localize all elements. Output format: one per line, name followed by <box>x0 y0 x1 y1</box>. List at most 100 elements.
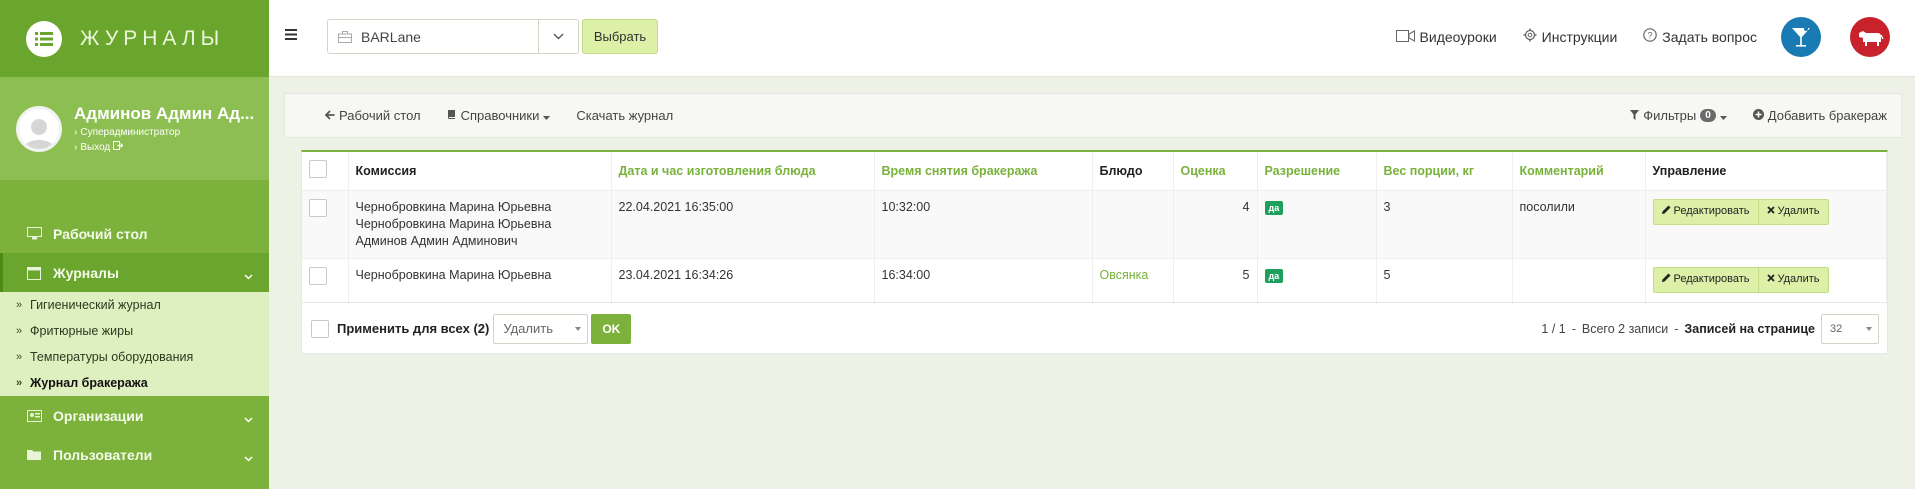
select-all-cell <box>302 152 349 190</box>
bulk-action-value: Удалить <box>503 321 553 336</box>
sidebar-item-organizations[interactable]: Организации <box>0 396 269 435</box>
user-name: Админов Админ Ад... <box>74 104 255 123</box>
sidebar-item-users[interactable]: Пользователи <box>0 435 269 474</box>
download-journal-link[interactable]: Скачать журнал <box>576 108 673 123</box>
per-page-label: Записей на странице <box>1684 322 1815 336</box>
edit-button[interactable]: Редактировать <box>1652 198 1759 225</box>
folder-icon <box>25 449 43 460</box>
apply-all-checkbox[interactable] <box>311 319 329 338</box>
desktop-icon <box>25 227 43 240</box>
ok-button[interactable]: OK <box>591 313 632 344</box>
add-brakerage-button[interactable]: Добавить бракераж <box>1752 108 1887 123</box>
row-select-cell <box>302 189 349 258</box>
journals-submenu: » Гигиенический журнал » Фритюрные жиры … <box>0 292 269 396</box>
chevron-down-icon <box>244 267 253 283</box>
bar-cocktail-icon[interactable] <box>1781 17 1821 57</box>
ask-question-link[interactable]: ? Задать вопрос <box>1643 28 1757 45</box>
double-chevron-icon: » <box>16 299 23 311</box>
delete-button[interactable]: Удалить <box>1758 198 1829 225</box>
comment-cell <box>1512 257 1646 304</box>
org-icon <box>25 409 43 422</box>
sidebar-item-label: Рабочий стол <box>53 225 148 242</box>
col-comment[interactable]: Комментарий <box>1512 152 1646 190</box>
col-made-at[interactable]: Дата и час изготовления блюда <box>611 152 875 190</box>
row-checkbox[interactable] <box>309 198 327 217</box>
menu-icon[interactable] <box>285 28 297 43</box>
table-row: Чернобровкина Марина Юрьевна Чернобровки… <box>302 189 1887 258</box>
dish-link[interactable]: Овсянка <box>1100 268 1149 282</box>
sidebar-item-brakerage[interactable]: » Журнал бракеража <box>0 370 269 396</box>
delete-button[interactable]: Удалить <box>1758 266 1829 293</box>
bulk-action-select[interactable]: Удалить <box>493 313 589 344</box>
col-weight[interactable]: Вес порции, кг <box>1376 152 1513 190</box>
caret-down-icon <box>1866 327 1872 331</box>
sidebar-item-equipment-temps[interactable]: » Температуры оборудования <box>0 344 269 370</box>
sidebar-item-desktop[interactable]: Рабочий стол <box>0 214 269 253</box>
dish-cell <box>1092 189 1174 258</box>
app-title: ЖУРНАЛЫ <box>80 26 225 50</box>
edit-button[interactable]: Редактировать <box>1652 266 1759 293</box>
choose-button[interactable]: Выбрать <box>582 19 658 54</box>
select-all-checkbox[interactable] <box>309 160 327 179</box>
weight-cell: 5 <box>1376 257 1513 304</box>
col-permission[interactable]: Разрешение <box>1257 152 1377 190</box>
organization-select[interactable]: BARLane <box>327 19 579 54</box>
chevron-down-icon[interactable] <box>538 20 578 53</box>
chevron-right-icon: › <box>74 127 78 138</box>
per-page-select[interactable]: 32 <box>1821 314 1879 344</box>
brakerage-table-panel: Комиссия Дата и час изготовления блюда В… <box>301 150 1888 354</box>
briefcase-icon <box>338 30 352 43</box>
pencil-icon <box>1661 203 1671 220</box>
dish-cell: Овсянка <box>1092 257 1174 304</box>
sidebar-item-journals[interactable]: Журналы <box>0 253 269 292</box>
row-select-cell <box>302 257 349 304</box>
score-cell: 4 <box>1173 189 1258 258</box>
manage-cell: Редактировать Удалить <box>1645 257 1887 304</box>
arrow-left-icon <box>324 108 335 123</box>
permission-badge: да <box>1264 200 1284 215</box>
submenu-label: Журнал бракеража <box>30 376 148 390</box>
video-lessons-label: Видеоуроки <box>1419 28 1497 45</box>
desktop-link[interactable]: Рабочий стол <box>324 108 421 123</box>
double-chevron-icon: » <box>16 325 23 337</box>
close-icon <box>1766 203 1775 220</box>
sidebar-item-label: Пользователи <box>53 446 153 463</box>
chevron-down-icon <box>244 410 253 426</box>
commission-member: Чернобровкина Марина Юрьевна <box>355 216 552 231</box>
chevron-right-icon: › <box>74 141 78 153</box>
cow-icon[interactable] <box>1850 17 1890 57</box>
sidebar-item-hygiene[interactable]: » Гигиенический журнал <box>0 292 269 318</box>
col-commission: Комиссия <box>348 152 612 190</box>
row-checkbox[interactable] <box>309 266 327 285</box>
per-page-value: 32 <box>1830 323 1843 335</box>
desktop-link-label: Рабочий стол <box>339 108 421 123</box>
sidebar: ЖУРНАЛЫ Админов Админ Ад... › Суперадмин… <box>0 0 269 489</box>
col-taken-at[interactable]: Время снятия бракеража <box>874 152 1093 190</box>
chevron-down-icon <box>244 449 253 465</box>
commission-cell: Чернобровкина Марина Юрьевна <box>348 257 612 304</box>
video-icon <box>1395 29 1415 45</box>
total-records: Всего 2 записи <box>1581 322 1669 336</box>
user-role-label: Суперадминистратор <box>80 127 181 138</box>
col-score[interactable]: Оценка <box>1173 152 1258 190</box>
svg-text:?: ? <box>1648 31 1653 41</box>
sidebar-item-fryer-fats[interactable]: » Фритюрные жиры <box>0 318 269 344</box>
references-dropdown[interactable]: Справочники <box>447 108 551 123</box>
avatar <box>16 105 62 152</box>
delete-label: Удалить <box>1777 205 1820 217</box>
permission-cell: да <box>1257 257 1377 304</box>
instructions-link[interactable]: Инструкции <box>1523 28 1617 45</box>
filters-dropdown[interactable]: Фильтры 0 <box>1630 108 1727 123</box>
video-lessons-link[interactable]: Видеоуроки <box>1395 28 1497 45</box>
question-icon: ? <box>1643 28 1658 45</box>
plus-circle-icon <box>1752 108 1764 123</box>
table-row: Чернобровкина Марина Юрьевна 23.04.2021 … <box>302 257 1887 304</box>
score-cell: 5 <box>1173 257 1258 304</box>
logout-link[interactable]: › Выход <box>74 141 254 153</box>
filters-label: Фильтры <box>1643 108 1697 123</box>
list-icon[interactable] <box>26 20 62 57</box>
submenu-label: Гигиенический журнал <box>30 298 161 312</box>
bulk-actions-bar: Применить для всех (2) Удалить OK 1 / 1 … <box>302 302 1887 354</box>
separator: - <box>1571 322 1576 336</box>
gear-icon <box>1523 28 1537 45</box>
